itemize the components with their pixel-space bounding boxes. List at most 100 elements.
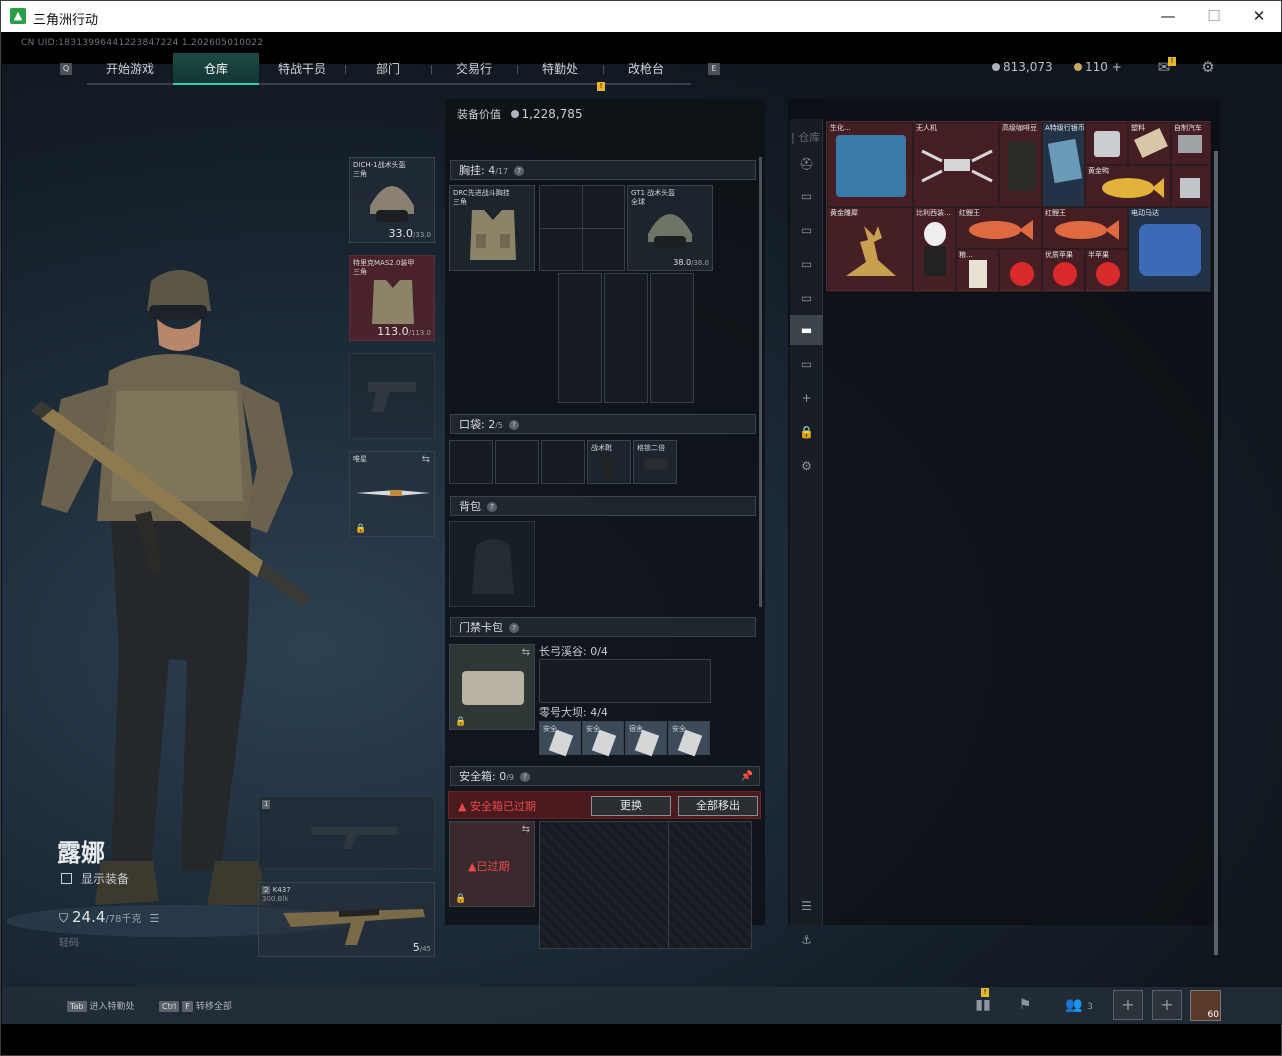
pocket-item-2[interactable]: 格锁二倍 (633, 440, 677, 484)
lock-icon[interactable]: 🔒 (790, 417, 823, 447)
app-logo-icon: ▲ (10, 8, 26, 24)
stash-item[interactable]: 红鲤王 (1042, 207, 1128, 249)
keycard-item[interactable]: 安全 (582, 721, 624, 757)
stash-item[interactable] (1171, 165, 1211, 207)
friends-icon[interactable]: 👥 3 (1059, 992, 1099, 1018)
safebox-grid[interactable] (539, 821, 752, 949)
minimize-button[interactable]: — (1148, 5, 1188, 27)
keycard-row-1-slots[interactable] (539, 659, 711, 703)
stash-item-name: 黄金雕犀 (830, 209, 858, 217)
player-avatar[interactable]: 60 (1190, 990, 1221, 1021)
helmet-slot[interactable]: DICH-1战术头盔 三角 33.0/33.0 (349, 157, 435, 243)
stash-item[interactable]: 粮... (956, 249, 999, 292)
stash-item[interactable]: 比利西装... (913, 207, 956, 292)
replace-button[interactable]: 更换 (591, 796, 671, 816)
primary-weapon-slot[interactable]: 1 (258, 796, 435, 869)
tab-start-game[interactable]: 开始游戏 (87, 53, 173, 85)
puppet-icon (924, 222, 946, 246)
swap-icon[interactable]: ⇆ (422, 454, 430, 465)
add-gold-button[interactable]: + (1112, 60, 1122, 74)
special-ops-shortcut[interactable]: Tab 进入特勤处 (67, 999, 135, 1012)
show-equipment-checkbox[interactable] (61, 873, 72, 884)
rifle-icon[interactable]: ▭ (790, 181, 823, 211)
help-icon[interactable]: ? (520, 772, 531, 782)
stash-item[interactable]: 自制汽车 (1171, 122, 1211, 165)
stash-item[interactable]: 黄金鸭 (1085, 165, 1171, 207)
gun-icon[interactable]: ▭ (790, 349, 823, 379)
pocket-slot[interactable] (449, 440, 493, 484)
pocket-slot[interactable] (541, 440, 585, 484)
rifle-icon[interactable]: ▭ (790, 283, 823, 313)
chest-rig-slot[interactable]: DRC先进战斗胸挂 三角 (449, 185, 535, 271)
stash-grid: 生化... 无人机 高级咖啡豆 A特级行银币 塑料 自制汽车 黄金鸭 黄金雕犀 … (826, 121, 1211, 292)
stash-item[interactable]: 高级咖啡豆 (999, 122, 1042, 207)
rig-helmet-item[interactable]: GT1 战术头盔 全球 38.0/38.0 (627, 185, 713, 271)
engine-icon (836, 135, 906, 197)
keycard-case-slot[interactable]: ⇆ 🔒 (449, 644, 535, 730)
help-icon[interactable]: ? (509, 420, 520, 430)
settings-gear-icon[interactable]: ⚙ (1198, 57, 1218, 77)
swap-icon[interactable]: ⇆ (522, 824, 530, 835)
list-icon[interactable]: ☰ (150, 912, 160, 925)
remove-all-button[interactable]: 全部移出 (678, 796, 758, 816)
close-button[interactable]: ✕ (1239, 5, 1279, 27)
gear-icon[interactable]: ⚙ (790, 451, 823, 481)
primary-slot-number: 1 (262, 800, 271, 809)
rifle-icon[interactable]: ▭ (790, 249, 823, 279)
transfer-all-shortcut[interactable]: Ctrl F 转移全部 (159, 999, 232, 1012)
helmet-icon[interactable]: ⛑ (790, 149, 823, 179)
sidearm-slot[interactable] (349, 353, 435, 439)
keycard-item[interactable]: 安全 (539, 721, 581, 757)
help-icon[interactable]: ? (487, 502, 497, 512)
stash-item[interactable]: 电动马达 (1128, 207, 1211, 292)
rig-grid-column[interactable] (604, 273, 648, 403)
maximize-button[interactable]: ☐ (1194, 5, 1234, 27)
plus-icon[interactable]: + (790, 383, 823, 413)
gun-icon[interactable]: ▬ (790, 315, 823, 345)
stash-item[interactable]: A特级行银币 (1042, 122, 1085, 207)
layers-icon[interactable]: ☰ (790, 891, 823, 921)
swap-icon[interactable]: ⇆ (522, 647, 530, 658)
flag-icon[interactable]: ⚑ (1011, 992, 1039, 1018)
stash-item[interactable]: 半苹果 (1085, 249, 1128, 292)
stash-item[interactable]: 无人机 (913, 122, 999, 207)
keycard-item[interactable]: 安全 (668, 721, 710, 757)
rifle-icon[interactable]: ▭ (790, 215, 823, 245)
tab-operators[interactable]: 特战干员 (259, 53, 345, 85)
stash-item[interactable]: 塑料 (1128, 122, 1171, 165)
tab-warehouse[interactable]: 仓库 (173, 53, 259, 85)
help-icon[interactable]: ? (514, 166, 525, 176)
stash-item[interactable] (1085, 122, 1128, 165)
show-equipment-toggle[interactable]: 显示装备 (61, 870, 129, 887)
anchor-icon[interactable]: ⚓ (790, 925, 823, 955)
operator-name: 露娜 (57, 839, 105, 867)
stash-item[interactable]: 优质苹果 (1042, 249, 1085, 292)
keycard-item[interactable]: 宿舍 (625, 721, 667, 757)
stash-scrollbar[interactable] (1214, 151, 1218, 955)
invite-slot-button[interactable]: + (1152, 990, 1182, 1020)
tab-special-ops[interactable]: 特勤处 (517, 53, 603, 85)
pocket-slot[interactable] (495, 440, 539, 484)
armor-slot[interactable]: 特里克MAS2.0装甲 三角 113.0/113.0 (349, 255, 435, 341)
rig-grid-2x2[interactable] (539, 185, 625, 271)
tab-department[interactable]: 部门 (345, 53, 431, 85)
help-icon[interactable]: ? (509, 623, 519, 633)
gadget-icon (1180, 178, 1200, 198)
stash-item[interactable]: 红鲤王 (956, 207, 1042, 249)
safebox-slot[interactable]: ⇆ ▲已过期 🔒 (449, 821, 535, 907)
stash-item[interactable] (999, 249, 1042, 292)
pocket-item-1[interactable]: 战术靴 (587, 440, 631, 484)
stash-item[interactable]: 生化... (827, 122, 913, 207)
tab-gunsmith[interactable]: 改枪台 (603, 53, 689, 85)
safebox-expired-alert: ▲ 安全箱已过期 更换 全部移出 (448, 791, 761, 819)
backpack-slot[interactable] (449, 521, 535, 607)
melee-slot[interactable]: 唯星 ⇆ 🔒 (349, 451, 435, 537)
rig-grid-column[interactable] (558, 273, 602, 403)
secondary-weapon-slot[interactable]: 2 K437 300.Blk 5/45 (258, 882, 435, 957)
loadout-scrollbar[interactable] (759, 157, 762, 607)
invite-slot-button[interactable]: + (1113, 990, 1143, 1020)
rig-grid-column[interactable] (650, 273, 694, 403)
pin-icon[interactable]: 📌 (741, 767, 753, 786)
stash-item[interactable]: 黄金雕犀 (827, 207, 913, 292)
tab-trade[interactable]: 交易行 (431, 53, 517, 85)
